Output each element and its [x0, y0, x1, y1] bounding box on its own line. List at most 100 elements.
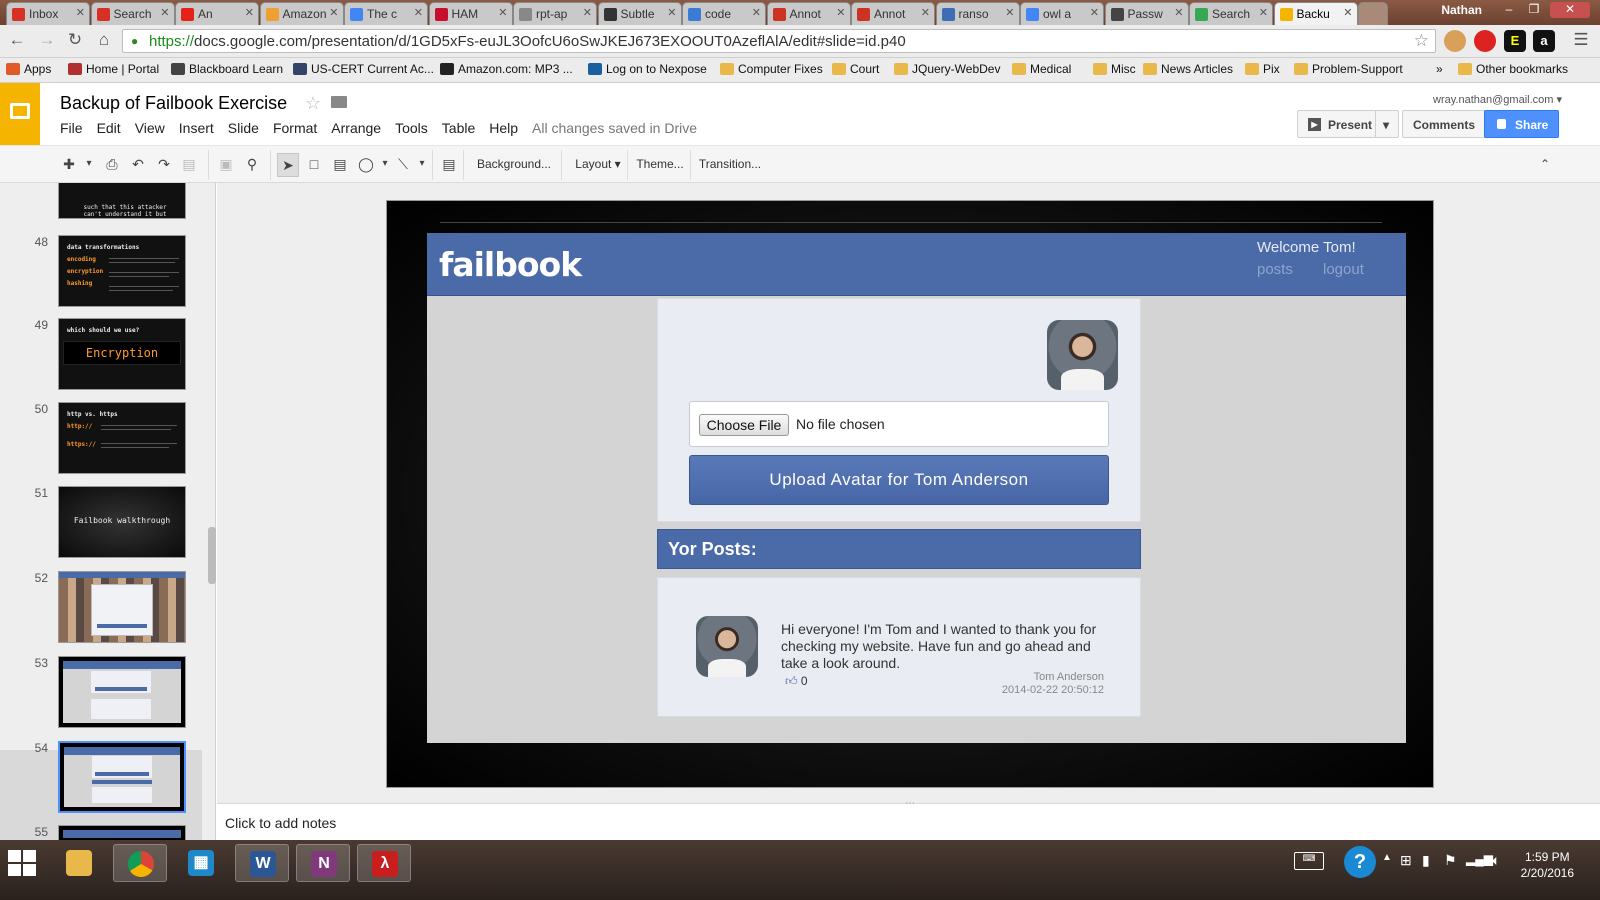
- tab-close-icon[interactable]: ✕: [1174, 6, 1183, 19]
- close-window-icon[interactable]: ✕: [1550, 2, 1590, 18]
- undo-icon[interactable]: ↶: [127, 153, 149, 177]
- browser-tab[interactable]: Annot ✕: [766, 2, 851, 25]
- browser-tab[interactable]: code ✕: [682, 2, 766, 25]
- evernote-extension-icon[interactable]: E: [1504, 30, 1526, 52]
- tab-close-icon[interactable]: ✕: [752, 6, 761, 19]
- bookmark-pix[interactable]: Pix: [1245, 62, 1280, 76]
- slide-thumbnail-55[interactable]: [58, 825, 186, 840]
- taskbar-outlook-calendar[interactable]: ▦: [174, 844, 228, 882]
- present-options-dropdown[interactable]: ▾: [1375, 110, 1399, 138]
- image-icon[interactable]: ▤: [329, 153, 351, 177]
- signal-icon[interactable]: ▂▄▆: [1466, 852, 1493, 866]
- tab-close-icon[interactable]: ✕: [414, 6, 423, 19]
- browser-tab[interactable]: HAM ✕: [428, 2, 513, 25]
- browser-tab[interactable]: Passw ✕: [1104, 2, 1189, 25]
- new-tab-button[interactable]: [1358, 2, 1388, 25]
- menu-help[interactable]: Help: [489, 120, 518, 136]
- account-email[interactable]: wray.nathan@gmail.com ▾: [1433, 93, 1562, 106]
- layout-dropdown[interactable]: Layout ▾: [568, 153, 628, 177]
- taskbar-onenote[interactable]: N: [296, 844, 350, 882]
- taskbar-chrome[interactable]: [113, 844, 167, 882]
- adblock-extension-icon[interactable]: [1474, 30, 1496, 52]
- tab-close-icon[interactable]: ✕: [836, 6, 845, 19]
- speaker-notes[interactable]: ⋯ Click to add notes: [217, 798, 1600, 840]
- bookmark-amazon-com-mp3[interactable]: Amazon.com: MP3 ...: [440, 62, 573, 76]
- slide-thumbnail-50[interactable]: http vs. https http:// https://: [58, 402, 186, 474]
- menu-arrange[interactable]: Arrange: [331, 120, 381, 136]
- move-to-folder-icon[interactable]: [331, 96, 347, 108]
- tab-close-icon[interactable]: ✕: [921, 6, 930, 19]
- tab-close-icon[interactable]: ✕: [1259, 6, 1268, 19]
- menu-tools[interactable]: Tools: [395, 120, 428, 136]
- bookmark-log-on-to-nexpose[interactable]: Log on to Nexpose: [588, 62, 707, 76]
- failbook-screenshot[interactable]: failbook Welcome Tom! posts logout Choos…: [427, 233, 1406, 743]
- browser-tab[interactable]: Inbox ✕: [6, 2, 90, 25]
- bookmark-medical[interactable]: Medical: [1012, 62, 1071, 76]
- menu-format[interactable]: Format: [273, 120, 317, 136]
- browser-tab[interactable]: rpt-ap ✕: [513, 2, 597, 25]
- browser-tab[interactable]: Annot ✕: [851, 2, 935, 25]
- tab-close-icon[interactable]: ✕: [583, 6, 592, 19]
- show-hidden-icons-icon[interactable]: ▲: [1382, 852, 1392, 863]
- flag-icon[interactable]: ⚑: [1444, 852, 1457, 869]
- browser-tab[interactable]: owl a ✕: [1020, 2, 1104, 25]
- bookmark-problem-support[interactable]: Problem-Support: [1294, 62, 1403, 76]
- tab-close-icon[interactable]: ✕: [1090, 6, 1099, 19]
- zoom-fit-icon[interactable]: ▣: [215, 153, 237, 177]
- new-slide-icon[interactable]: ✚: [58, 153, 80, 177]
- bookmark-jquery-webdev[interactable]: JQuery-WebDev: [894, 62, 1000, 76]
- back-arrow-icon[interactable]: ←: [6, 30, 28, 52]
- line-dropdown[interactable]: ▾: [411, 153, 433, 177]
- new-slide-layout-dropdown[interactable]: ▾: [78, 153, 100, 177]
- bookmark-news-articles[interactable]: News Articles: [1143, 62, 1233, 76]
- reload-icon[interactable]: ↻: [64, 30, 86, 52]
- menu-table[interactable]: Table: [442, 120, 475, 136]
- share-button[interactable]: Share: [1484, 110, 1560, 138]
- bookmark-home-portal[interactable]: Home | Portal: [68, 62, 159, 76]
- text-box-icon[interactable]: □: [303, 153, 325, 177]
- tab-close-icon[interactable]: ✕: [667, 6, 676, 19]
- bookmark-computer-fixes[interactable]: Computer Fixes: [720, 62, 823, 76]
- paint-format-icon[interactable]: ▤: [178, 153, 200, 177]
- browser-tab[interactable]: Subtle ✕: [597, 2, 682, 25]
- star-icon[interactable]: ☆: [305, 93, 321, 114]
- redo-icon[interactable]: ↷: [153, 153, 175, 177]
- google-slides-logo-icon[interactable]: [0, 83, 40, 145]
- browser-tab[interactable]: ranso ✕: [935, 2, 1020, 25]
- tab-close-icon[interactable]: ✕: [160, 6, 169, 19]
- menu-insert[interactable]: Insert: [179, 120, 214, 136]
- slide-filmstrip[interactable]: such that this attacker can't understand…: [0, 183, 216, 840]
- slide-thumbnail-51[interactable]: Failbook walkthrough: [58, 486, 186, 558]
- tab-close-icon[interactable]: ✕: [76, 6, 85, 19]
- bookmark-misc[interactable]: Misc: [1093, 62, 1136, 76]
- other-bookmarks[interactable]: Other bookmarks: [1458, 62, 1568, 76]
- menu-file[interactable]: File: [60, 120, 83, 136]
- taskbar-file-explorer[interactable]: [52, 844, 106, 882]
- restore-window-icon[interactable]: ❐: [1523, 2, 1545, 18]
- select-arrow-icon[interactable]: ➤: [277, 153, 299, 177]
- bookmark-court[interactable]: Court: [832, 62, 879, 76]
- windows-start-icon[interactable]: [8, 850, 36, 876]
- slide-thumbnail[interactable]: such that this attacker can't understand…: [58, 183, 186, 219]
- bookmark-star-icon[interactable]: ☆: [1414, 31, 1429, 51]
- tab-close-icon[interactable]: ✕: [245, 6, 254, 19]
- tab-close-icon[interactable]: ✕: [498, 6, 507, 19]
- browser-user-name[interactable]: Nathan: [1441, 3, 1482, 17]
- theme-button[interactable]: Theme...: [632, 153, 688, 177]
- transition-button[interactable]: Transition...: [696, 153, 764, 177]
- print-icon[interactable]: ⎙: [101, 153, 123, 177]
- present-button[interactable]: ▶ Present: [1297, 110, 1384, 138]
- taskbar-acrobat[interactable]: λ: [357, 844, 411, 882]
- bookmark-apps[interactable]: Apps: [6, 62, 51, 76]
- battery-icon[interactable]: ▮: [1422, 852, 1430, 869]
- filmstrip-scrollbar[interactable]: [208, 527, 216, 584]
- presentation-title[interactable]: Backup of Failbook Exercise: [60, 93, 287, 114]
- tab-close-icon[interactable]: ✕: [1005, 6, 1014, 19]
- bookmark-blackboard-learn[interactable]: Blackboard Learn: [171, 62, 283, 76]
- tab-close-icon[interactable]: ✕: [329, 6, 338, 19]
- comment-icon[interactable]: ▤: [438, 153, 460, 177]
- menu-view[interactable]: View: [135, 120, 165, 136]
- slide-thumbnail-52[interactable]: [58, 571, 186, 643]
- browser-tab[interactable]: Backu ✕: [1273, 2, 1358, 25]
- help-icon[interactable]: ?: [1344, 846, 1376, 878]
